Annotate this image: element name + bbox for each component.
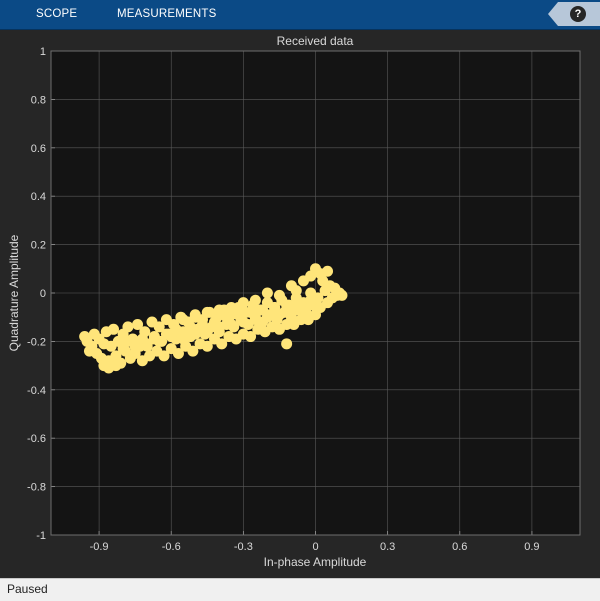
data-point (249, 314, 261, 326)
x-tick-label: -0.6 (162, 541, 181, 553)
data-point (249, 294, 261, 306)
y-tick-label: 1 (40, 46, 46, 58)
tab-measurements[interactable]: MEASUREMENTS (117, 0, 217, 29)
x-axis-label: In-phase Amplitude (264, 555, 367, 569)
data-point (213, 304, 225, 316)
y-tick-label: -1 (36, 530, 46, 542)
data-point (108, 323, 120, 335)
plot-area: -0.9 -0.6 -0.3 0 0.3 0.6 0.9 -1 -0.8 -0.6 -0.4 -0.2… (0, 30, 600, 578)
data-point (170, 323, 182, 335)
data-point (281, 338, 293, 350)
y-tick-label: -0.4 (27, 385, 46, 397)
data-point (261, 287, 273, 299)
data-point (122, 321, 134, 333)
data-point (237, 297, 249, 309)
x-tick-label: -0.9 (90, 541, 109, 553)
data-point (189, 311, 201, 323)
data-point (141, 340, 153, 352)
help-icon[interactable]: ? (570, 6, 586, 22)
data-point (225, 302, 237, 314)
data-point (177, 314, 189, 326)
data-point (201, 306, 213, 318)
help-area: ? (548, 2, 600, 26)
x-tick-label: 0.3 (380, 541, 395, 553)
data-point (79, 331, 91, 343)
x-tick-label: 0.9 (524, 541, 539, 553)
data-point (290, 285, 302, 297)
data-point (98, 360, 110, 372)
x-tick-label: -0.3 (234, 541, 253, 553)
data-point (160, 328, 172, 340)
data-point (213, 321, 225, 333)
y-tick-label: 0.4 (31, 191, 46, 203)
data-point (83, 345, 95, 357)
data-point (310, 263, 321, 275)
status-bar: Paused (0, 578, 600, 601)
y-tick-label: 0.6 (31, 143, 46, 155)
y-tick-label: 0 (40, 288, 46, 300)
x-tick-label: 0 (312, 541, 318, 553)
data-point (336, 289, 348, 301)
tab-scope[interactable]: SCOPE (36, 0, 77, 29)
data-point (237, 316, 249, 328)
data-point (273, 309, 285, 321)
constellation-chart: -0.9 -0.6 -0.3 0 0.3 0.6 0.9 -1 -0.8 -0.6 -0.4 -0.2… (7, 34, 581, 569)
data-point (305, 294, 317, 306)
data-point (273, 289, 285, 301)
data-point (177, 333, 189, 345)
y-axis-label: Quadrature Amplitude (7, 234, 21, 351)
y-tick-label: -0.8 (27, 482, 46, 494)
data-point (261, 311, 273, 323)
y-tick-label: -0.2 (27, 336, 46, 348)
y-tick-label: -0.6 (27, 433, 46, 445)
data-point (110, 360, 122, 372)
status-text: Paused (7, 582, 48, 596)
data-point (225, 318, 237, 330)
toolstrip: SCOPE MEASUREMENTS ? (0, 0, 600, 30)
chart-title: Received data (277, 34, 354, 48)
data-point (201, 326, 213, 338)
data-point (189, 328, 201, 340)
y-tick-label: 0.2 (31, 240, 46, 252)
data-point (322, 265, 334, 277)
y-tick-label: 0.8 (31, 94, 46, 106)
x-tick-label: 0.6 (452, 541, 467, 553)
